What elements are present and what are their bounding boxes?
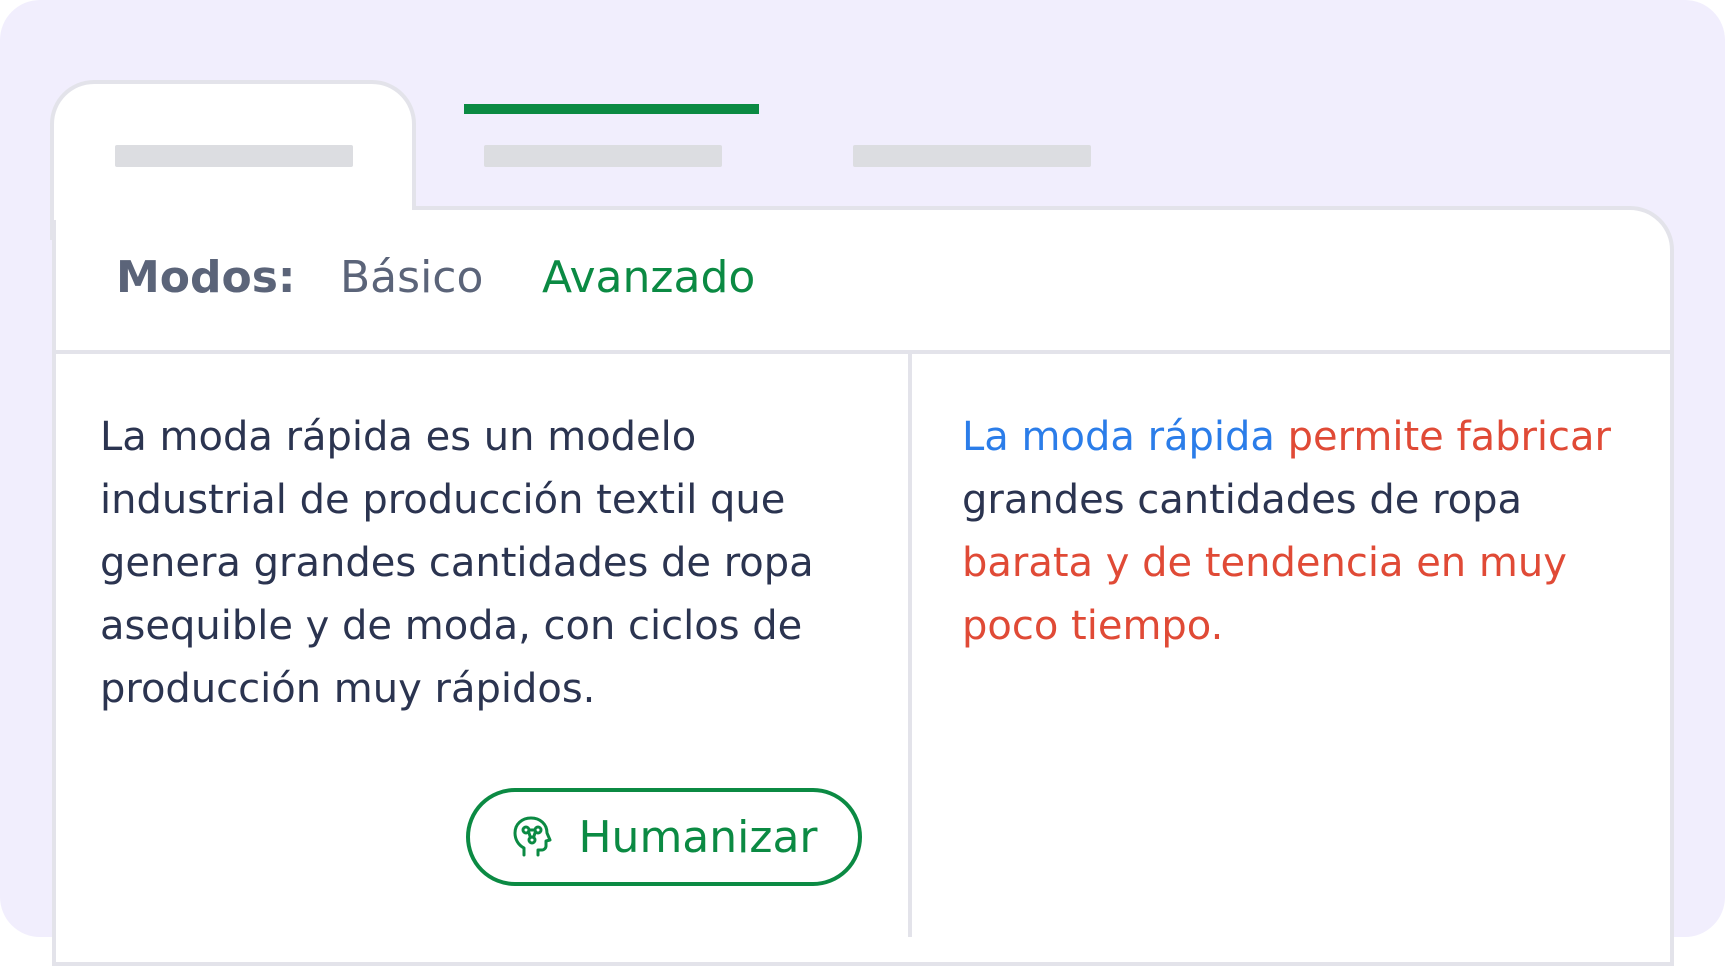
horizontal-divider: [56, 350, 1670, 354]
active-mode-indicator: [464, 104, 759, 114]
head-network-icon: [513, 816, 552, 857]
mode-tab-basic[interactable]: Básico: [340, 252, 483, 303]
output-text-area[interactable]: La moda rápida permite fabricar grandes …: [962, 406, 1642, 658]
tab-placeholder-3[interactable]: [853, 145, 1091, 167]
input-text-area[interactable]: La moda rápida es un modelo industrial d…: [100, 406, 890, 721]
humanize-button-label: Humanizar: [578, 811, 818, 863]
mode-tab-advanced[interactable]: Avanzado: [542, 252, 755, 303]
humanize-button[interactable]: Humanizar: [466, 788, 862, 886]
modes-label: Modos:: [116, 252, 296, 303]
tab-placeholder-1: [115, 145, 353, 167]
output-segment-changed: permite fabricar: [1287, 414, 1611, 460]
modes-bar: Modos: Básico Avanzado: [56, 240, 1670, 350]
tab-joint: [54, 196, 412, 220]
output-segment-changed: La moda rápida: [962, 414, 1275, 460]
tab-placeholder-2[interactable]: [484, 145, 722, 167]
output-segment-changed: barata y de tendencia en muy poco tiempo…: [962, 540, 1567, 649]
output-segment-plain: grandes cantidades de ropa: [962, 477, 1523, 523]
vertical-divider: [908, 354, 912, 937]
